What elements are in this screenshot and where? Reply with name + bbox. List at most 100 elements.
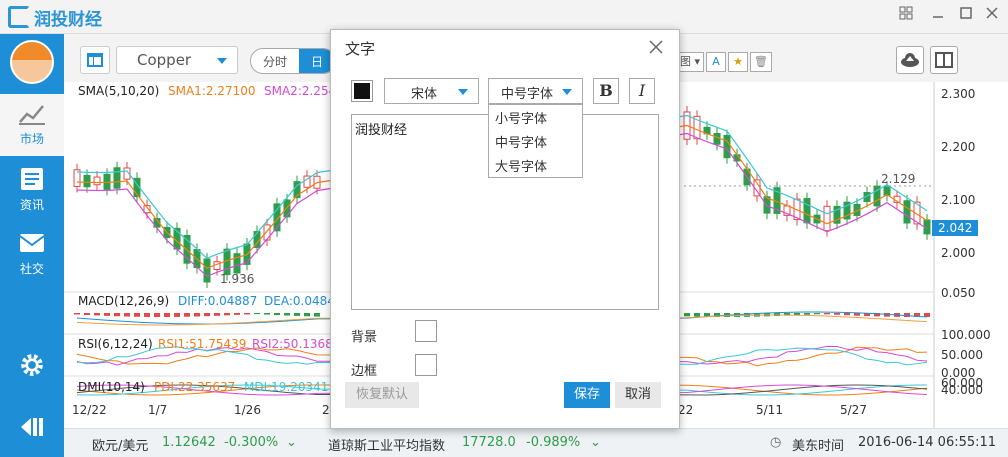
- text-color-swatch[interactable]: [351, 80, 373, 102]
- macd-axis-label: 0.050: [941, 286, 976, 300]
- pair2-name[interactable]: 道琼斯工业平均指数: [328, 435, 445, 454]
- minimize-icon[interactable]: [928, 6, 948, 26]
- grid-icon[interactable]: [896, 6, 916, 26]
- date-tick: 1/7: [148, 403, 168, 417]
- high-mark: 2.129: [881, 172, 916, 186]
- sidebar-item-label: 社交: [19, 262, 44, 276]
- tab-intraday[interactable]: 分时: [251, 49, 299, 73]
- date-tick: 2: [322, 403, 330, 417]
- sma2-value: SMA2:2.254: [264, 84, 337, 98]
- macd-bar: [154, 313, 160, 317]
- symbol-value: Copper: [137, 51, 192, 69]
- current-price-badge: 2.042: [932, 220, 979, 236]
- candle-body: [113, 167, 121, 189]
- macd-bar: [194, 313, 200, 317]
- sma-label: SMA(5,10,20): [78, 84, 160, 98]
- candle-body: [903, 200, 911, 224]
- candle-body: [723, 134, 731, 159]
- save-button[interactable]: 保存: [564, 382, 610, 408]
- sidebar-item-market[interactable]: 市场: [0, 94, 64, 156]
- app-name: 润投财经: [34, 9, 102, 30]
- pair2-change: -0.989%: [526, 435, 581, 450]
- sma1-value: SMA1:2.27100: [168, 84, 256, 98]
- size-option-medium[interactable]: 中号字体: [489, 129, 582, 153]
- sidebar-item-label: 市场: [19, 132, 44, 146]
- font-size-value: 中号字体: [501, 87, 554, 102]
- sidebar: 市场 资讯 社交: [0, 34, 64, 457]
- pair1-name[interactable]: 欧元/美元: [92, 435, 148, 454]
- macd-bar: [314, 313, 320, 317]
- logo-mark-icon: [8, 6, 30, 28]
- font-family-select[interactable]: 宋体: [384, 78, 479, 104]
- pdi-value: PDI:22.35637: [154, 380, 236, 394]
- date-tick: 22: [678, 403, 694, 417]
- reset-button[interactable]: 恢复默认: [345, 382, 419, 408]
- text-tool-button[interactable]: A: [706, 52, 727, 72]
- exit-button[interactable]: [0, 398, 64, 457]
- candle-body: [823, 205, 831, 232]
- macd-bar: [164, 313, 170, 317]
- chart-icon: [19, 105, 45, 125]
- italic-button[interactable]: I: [629, 78, 655, 104]
- macd-bar: [184, 313, 190, 317]
- macd-bar: [144, 313, 150, 317]
- close-icon[interactable]: [982, 6, 1002, 26]
- macd-bar: [104, 313, 110, 316]
- cloud-upload-button[interactable]: [896, 46, 924, 74]
- dialog-title: 文字: [345, 40, 376, 58]
- star-icon[interactable]: ★: [728, 52, 749, 72]
- macd-bar: [844, 313, 850, 316]
- macd-bar: [834, 313, 840, 315]
- bold-button[interactable]: B: [593, 78, 619, 104]
- layout-toggle-button[interactable]: [80, 46, 110, 74]
- sidebar-item-social[interactable]: 社交: [0, 224, 64, 286]
- trash-icon[interactable]: 🗑: [750, 52, 772, 72]
- macd-bar: [244, 313, 250, 315]
- mdi-value: MDI:19.20341: [244, 380, 329, 394]
- macd-bar: [84, 313, 90, 315]
- rsi-axis-label: 50.000: [941, 348, 983, 362]
- rsi1-value: RSI1:51.75439: [158, 337, 247, 351]
- macd-bar: [294, 313, 300, 316]
- layout-icon: [87, 53, 103, 67]
- border-checkbox[interactable]: [415, 354, 437, 376]
- macd-bar: [234, 313, 240, 315]
- background-checkbox[interactable]: [415, 320, 437, 342]
- avatar[interactable]: [10, 40, 54, 84]
- pair1-price: 1.12642: [162, 435, 216, 450]
- period-tabs: 分时 日: [250, 48, 337, 74]
- size-option-large[interactable]: 大号字体: [489, 153, 582, 177]
- split-view-button[interactable]: [930, 46, 958, 74]
- close-icon[interactable]: [647, 38, 665, 56]
- rsi-label: RSI(6,12,24): [78, 337, 153, 351]
- macd-bar: [124, 313, 130, 317]
- tool-partial-button[interactable]: 图 ▾: [676, 52, 705, 72]
- cancel-button[interactable]: 取消: [615, 382, 661, 408]
- chevron-down-icon[interactable]: ⌄: [286, 435, 297, 450]
- cloud-icon: [901, 53, 919, 67]
- macd-bar: [694, 313, 700, 317]
- dmi-axis-label: 40.000: [941, 383, 983, 397]
- date-tick: 1/26: [234, 403, 261, 417]
- maximize-icon[interactable]: [956, 6, 976, 26]
- candle-body: [203, 258, 211, 283]
- symbol-select[interactable]: Copper: [116, 46, 238, 74]
- split-view-icon: [935, 52, 953, 68]
- size-option-small[interactable]: 小号字体: [489, 105, 582, 129]
- macd-bar: [214, 313, 220, 316]
- macd-bar: [824, 313, 830, 315]
- settings-button[interactable]: [0, 334, 64, 398]
- macd-bar: [804, 313, 810, 315]
- drawing-tools: 图 ▾ A ★ 🗑: [676, 52, 772, 72]
- font-size-select[interactable]: 中号字体: [488, 78, 583, 104]
- chevron-down-icon[interactable]: ⌄: [590, 435, 601, 450]
- text-dialog: 文字 宋体 中号字体 B I 润投财经 小号字体 中号字体 大号字体 背景 边框…: [330, 29, 680, 429]
- pair1-change: -0.300%: [224, 435, 279, 450]
- sidebar-item-news[interactable]: 资讯: [0, 160, 64, 222]
- gear-icon: [21, 354, 43, 376]
- candle-body: [263, 224, 271, 241]
- date-tick: 5/27: [840, 403, 867, 417]
- macd-bar: [254, 313, 260, 315]
- macd-bar: [114, 313, 120, 317]
- macd-bar: [134, 313, 140, 317]
